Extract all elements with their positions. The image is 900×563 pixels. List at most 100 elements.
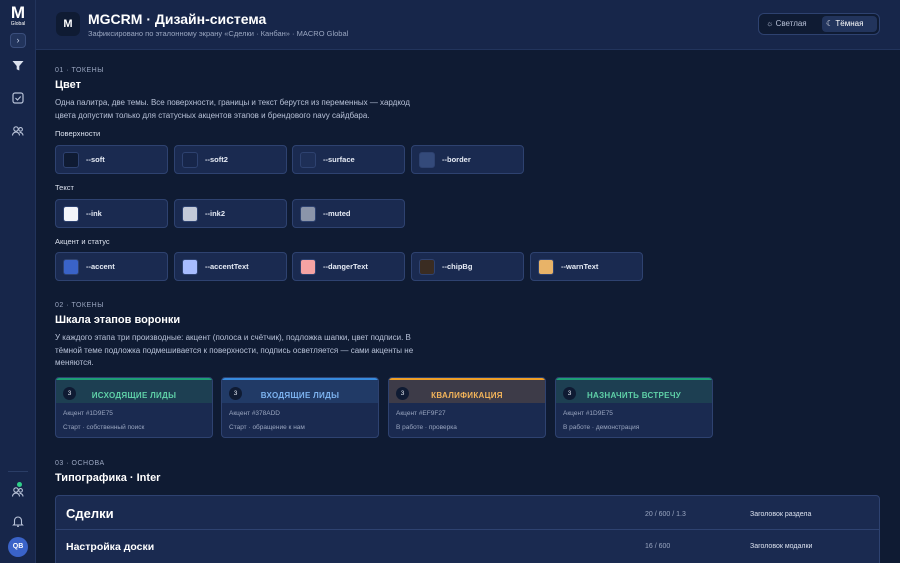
user-avatar[interactable]: QB <box>8 537 28 557</box>
type-role: Заголовок раздела <box>750 511 812 518</box>
color-chip <box>63 152 79 168</box>
users-icon[interactable] <box>11 124 25 138</box>
stage-accent-label: Акцент #1D9E75 <box>563 410 613 417</box>
stage-card[interactable]: 3 ИСХОДЯЩИЕ ЛИДЫ Акцент #1D9E75 Старт · … <box>55 377 213 438</box>
section-description: У каждого этапа три производные: акцент … <box>55 332 413 370</box>
swatch-card[interactable]: --warnText <box>530 252 643 281</box>
color-chip <box>300 259 316 275</box>
color-chip <box>63 259 79 275</box>
swatch-label: --accentText <box>205 262 249 271</box>
swatch-label: --ink2 <box>205 209 226 218</box>
stage-note: Старт · обращение к нам <box>229 424 305 431</box>
expand-rail-button[interactable]: › <box>10 33 26 48</box>
brand-logo[interactable]: M Global <box>9 3 27 27</box>
description-line: цвета допустим только для статусных акце… <box>55 110 370 120</box>
stage-card[interactable]: 3 КВАЛИФИКАЦИЯ Акцент #EF9F27 В работе ·… <box>388 377 546 438</box>
swatch-card[interactable]: --dangerText <box>292 252 405 281</box>
section-eyebrow: 02 · ТОКЕНЫ <box>55 302 104 309</box>
stage-accent-label: Акцент #378ADD <box>229 410 281 417</box>
color-chip <box>300 206 316 222</box>
typography-table: Сделки 20 / 600 / 1.3 Заголовок раздела … <box>55 495 880 563</box>
theme-light-button[interactable]: ☼ Светлая <box>762 16 820 32</box>
swatch-card[interactable]: --soft <box>55 145 168 174</box>
description-line: У каждого этапа три производные: акцент … <box>55 333 411 342</box>
description-line: Одна палитра, две темы. Все поверхности,… <box>55 98 410 107</box>
swatch-card[interactable]: --border <box>411 145 524 174</box>
theme-dark-button[interactable]: ☾ Тёмная <box>822 16 877 32</box>
side-rail: M Global › QB <box>0 0 36 563</box>
moon-icon: ☾ <box>826 19 834 28</box>
stage-name: НАЗНАЧИТЬ ВСТРЕЧУ <box>586 391 682 400</box>
theme-switcher: ☼ Светлая ☾ Тёмная <box>758 13 880 35</box>
stage-header: 3 ВХОДЯЩИЕ ЛИДЫ <box>222 380 378 403</box>
section-description: Одна палитра, две темы. Все поверхности,… <box>55 97 410 122</box>
filter-icon[interactable] <box>11 59 25 73</box>
app-logo: M <box>56 12 80 36</box>
stage-name: ИСХОДЯЩИЕ ЛИДЫ <box>91 391 177 400</box>
swatch-label: --chipBg <box>442 262 473 271</box>
theme-light-label: Светлая <box>775 19 807 28</box>
stage-note: В работе · проверка <box>396 424 457 431</box>
page-title: MGCRM · Дизайн-система <box>88 11 267 27</box>
swatch-card[interactable]: --accent <box>55 252 168 281</box>
swatch-card[interactable]: --accentText <box>174 252 287 281</box>
type-row: Настройка доски 16 / 600 Заголовок модал… <box>56 531 879 563</box>
section-title: Шкала этапов воронки <box>55 314 181 326</box>
type-sample: Настройка доски <box>66 541 155 553</box>
logo-letter: M <box>10 3 26 22</box>
section-eyebrow: 03 · ОСНОВА <box>55 460 105 467</box>
color-chip <box>538 259 554 275</box>
color-chip <box>182 206 198 222</box>
color-chip <box>419 259 435 275</box>
stage-header: 3 ИСХОДЯЩИЕ ЛИДЫ <box>56 380 212 403</box>
type-spec: 20 / 600 / 1.3 <box>645 511 686 518</box>
swatch-card[interactable]: --chipBg <box>411 252 524 281</box>
swatch-card[interactable]: --ink2 <box>174 199 287 228</box>
stage-header: 3 КВАЛИФИКАЦИЯ <box>389 380 545 403</box>
type-spec: 16 / 600 <box>645 543 671 550</box>
color-chip <box>182 259 198 275</box>
stage-name: КВАЛИФИКАЦИЯ <box>431 391 503 400</box>
description-line: меняются. <box>55 358 94 367</box>
stage-card[interactable]: 3 НАЗНАЧИТЬ ВСТРЕЧУ Акцент #1D9E75 В раб… <box>555 377 713 438</box>
team-icon[interactable] <box>11 485 25 499</box>
description-line: тёмной теме подложка подмешивается к пов… <box>55 345 414 355</box>
swatch-card[interactable]: --surface <box>292 145 405 174</box>
type-row: Сделки 20 / 600 / 1.3 Заголовок раздела <box>56 496 879 530</box>
swatch-card[interactable]: --muted <box>292 199 405 228</box>
group-label: Поверхности <box>55 129 101 138</box>
stage-accent-label: Акцент #EF9F27 <box>396 410 446 417</box>
stage-note: В работе · демонстрация <box>563 424 640 431</box>
theme-dark-label: Тёмная <box>835 19 864 28</box>
swatch-card[interactable]: --soft2 <box>174 145 287 174</box>
swatch-label: --surface <box>323 155 355 164</box>
bell-icon[interactable] <box>11 514 25 528</box>
color-chip <box>182 152 198 168</box>
logo-subtitle: Global <box>10 21 26 27</box>
swatch-label: --muted <box>323 209 351 218</box>
stage-card[interactable]: 3 ВХОДЯЩИЕ ЛИДЫ Акцент #378ADD Старт · о… <box>221 377 379 438</box>
swatch-card[interactable]: --ink <box>55 199 168 228</box>
sun-icon: ☼ <box>766 19 774 28</box>
online-status-dot <box>17 482 22 487</box>
color-chip <box>63 206 79 222</box>
group-label: Акцент и статус <box>55 237 110 246</box>
color-chip <box>419 152 435 168</box>
group-label: Текст <box>55 183 74 192</box>
type-sample: Сделки <box>66 506 114 521</box>
swatch-label: --ink <box>86 209 102 218</box>
swatch-label: --warnText <box>561 262 599 271</box>
type-role: Заголовок модалки <box>750 543 813 550</box>
color-chip <box>300 152 316 168</box>
stage-name: ВХОДЯЩИЕ ЛИДЫ <box>260 391 340 400</box>
tasks-icon[interactable] <box>11 91 25 105</box>
section-title: Типографика · Inter <box>55 472 161 484</box>
stage-accent-label: Акцент #1D9E75 <box>63 410 113 417</box>
rail-divider <box>8 471 28 472</box>
swatch-label: --border <box>442 155 471 164</box>
swatch-label: --accent <box>86 262 115 271</box>
section-title: Цвет <box>55 79 82 91</box>
stage-note: Старт · собственный поиск <box>63 424 145 431</box>
swatch-label: --soft2 <box>205 155 228 164</box>
stage-header: 3 НАЗНАЧИТЬ ВСТРЕЧУ <box>556 380 712 403</box>
